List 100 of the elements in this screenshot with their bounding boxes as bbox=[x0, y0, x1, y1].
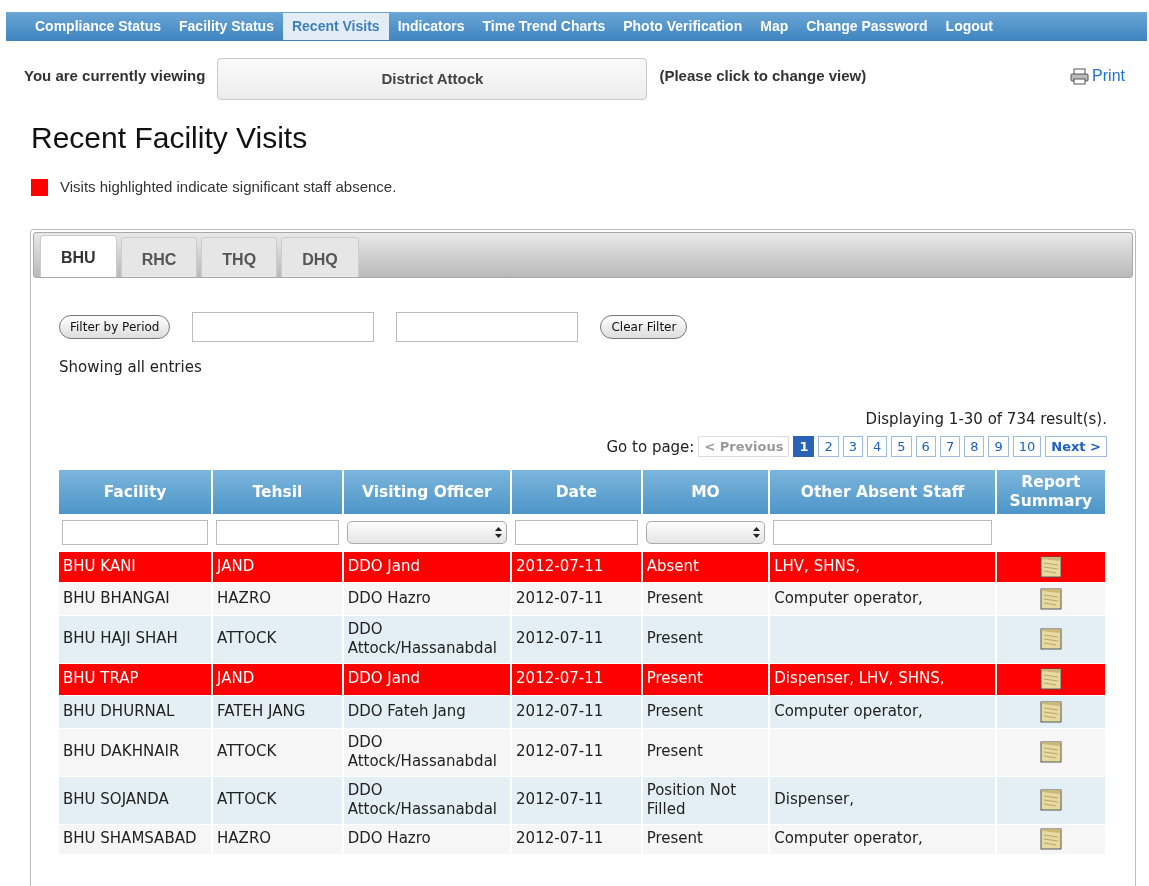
table-cell: 2012-07-11 bbox=[516, 629, 604, 648]
table-cell: ATTOCK bbox=[217, 629, 277, 648]
column-filter-field[interactable] bbox=[62, 519, 209, 545]
table-cell: BHU DAKHNAIR bbox=[63, 742, 180, 761]
column-filter-select[interactable] bbox=[645, 520, 766, 544]
table-cell: Present bbox=[646, 742, 703, 761]
nav-link[interactable]: Change Password bbox=[797, 13, 937, 40]
table-cell: 2012-07-11 bbox=[516, 588, 604, 607]
notepad-icon[interactable] bbox=[1038, 827, 1063, 851]
column-header: Other Absent Staff bbox=[769, 470, 996, 514]
table-cell: BHU KANI bbox=[63, 556, 136, 575]
nav-link[interactable]: Map bbox=[751, 13, 798, 40]
notepad-icon[interactable] bbox=[1038, 627, 1063, 651]
page-link[interactable]: 9 bbox=[988, 436, 1009, 458]
page-link[interactable]: 7 bbox=[939, 436, 961, 458]
table-cell: FATEH JANG bbox=[217, 701, 306, 720]
page-link[interactable]: 4 bbox=[867, 436, 888, 458]
nav-link[interactable]: Recent Visits bbox=[282, 13, 389, 40]
column-header: Visiting Officer bbox=[342, 470, 512, 514]
notepad-icon[interactable] bbox=[1038, 740, 1063, 764]
page-title: Recent Facility Visits bbox=[31, 120, 309, 156]
table-cell: Computer operator, bbox=[774, 588, 923, 607]
tab[interactable]: RHC bbox=[120, 236, 198, 277]
table-cell: DDO Attock/Hassanabdal bbox=[347, 619, 497, 657]
table-cell: HAZRO bbox=[217, 829, 272, 848]
viewing-label: You are currently viewing bbox=[24, 65, 206, 86]
table-cell: HAZRO bbox=[217, 588, 272, 607]
date-field[interactable] bbox=[192, 311, 375, 342]
page-link[interactable]: 1 bbox=[793, 436, 815, 458]
table-cell: Present bbox=[646, 701, 703, 720]
district-selector[interactable]: District Attock bbox=[217, 58, 648, 100]
table-cell: DDO Attock/Hassanabdal bbox=[347, 732, 497, 770]
change-view-hint: (Please click to change view) bbox=[659, 65, 867, 86]
table-cell: BHU DHURNAL bbox=[63, 701, 175, 720]
nav-link[interactable]: Indicators bbox=[388, 13, 474, 40]
tab[interactable]: DHQ bbox=[281, 236, 359, 277]
table-cell: 2012-07-11 bbox=[516, 701, 604, 720]
tab[interactable]: BHU bbox=[40, 234, 117, 277]
notepad-icon[interactable] bbox=[1038, 554, 1063, 579]
column-filter-select[interactable] bbox=[346, 520, 508, 544]
table-cell: DDO Attock/Hassanabdal bbox=[347, 780, 497, 818]
page-link[interactable]: 5 bbox=[891, 436, 912, 458]
column-header: MO bbox=[641, 470, 770, 514]
page-link[interactable]: 3 bbox=[842, 436, 864, 458]
nav-link[interactable]: Compliance Status bbox=[26, 13, 171, 40]
page-link[interactable]: 8 bbox=[964, 436, 985, 458]
printer-icon bbox=[1070, 67, 1090, 85]
table-cell: DDO Jand bbox=[347, 556, 420, 575]
page-link[interactable]: 6 bbox=[915, 436, 936, 458]
column-filter-field[interactable] bbox=[216, 519, 339, 545]
nav-link[interactable]: Time Trend Charts bbox=[473, 13, 615, 40]
page-link[interactable]: 10 bbox=[1012, 436, 1042, 458]
spinner-arrows-icon bbox=[495, 526, 503, 538]
table-cell: Absent bbox=[646, 556, 699, 575]
print-link[interactable]: Print bbox=[1070, 64, 1125, 88]
notepad-icon[interactable] bbox=[1038, 667, 1063, 691]
spinner-arrows-icon bbox=[753, 526, 761, 538]
notepad-icon[interactable] bbox=[1038, 586, 1063, 611]
notepad-icon[interactable] bbox=[1038, 788, 1063, 812]
pager-label: Go to page: bbox=[606, 436, 695, 458]
table-cell: Computer operator, bbox=[774, 701, 923, 720]
table-cell: Present bbox=[646, 669, 703, 688]
table-cell: 2012-07-11 bbox=[516, 556, 604, 575]
column-header: Report Summary bbox=[995, 470, 1106, 514]
page-link[interactable]: 2 bbox=[818, 436, 839, 458]
column-filter-field[interactable] bbox=[515, 519, 638, 545]
table-cell: BHU HAJI SHAH bbox=[63, 629, 178, 648]
table-cell: JAND bbox=[217, 669, 255, 688]
table-cell: ATTOCK bbox=[217, 742, 277, 761]
legend-text: Visits highlighted indicate significant staff absence. bbox=[60, 177, 397, 197]
table-cell: DDO Fateh Jang bbox=[347, 701, 466, 720]
table-cell: Dispenser, bbox=[774, 790, 854, 809]
table-cell: Computer operator, bbox=[774, 829, 923, 848]
table-cell: BHU SOJANDA bbox=[63, 790, 169, 809]
table-cell: DDO Jand bbox=[347, 669, 420, 688]
table-cell: Dispenser, LHV, SHNS, bbox=[774, 669, 945, 688]
column-header: Tehsil bbox=[212, 470, 343, 514]
table-cell: DDO Hazro bbox=[347, 588, 431, 607]
column-filter-field[interactable] bbox=[773, 519, 992, 545]
nav-link[interactable]: Photo Verification bbox=[614, 13, 752, 40]
column-header: Facility bbox=[59, 470, 213, 514]
tab[interactable]: THQ bbox=[201, 236, 278, 277]
column-header: Date bbox=[511, 470, 642, 514]
filter-status: Showing all entries bbox=[59, 356, 203, 378]
table-cell: Present bbox=[646, 588, 703, 607]
nav-link[interactable]: Facility Status bbox=[170, 13, 283, 40]
table-cell: BHU BHANGAI bbox=[63, 588, 170, 607]
table-cell: Present bbox=[646, 629, 703, 648]
date-field[interactable] bbox=[396, 311, 579, 342]
nav-link[interactable]: Logout bbox=[936, 13, 1002, 40]
filter-button[interactable]: Filter by Period bbox=[59, 314, 171, 339]
table-cell: ATTOCK bbox=[217, 790, 277, 809]
notepad-icon[interactable] bbox=[1038, 699, 1063, 724]
next-link[interactable]: Next > bbox=[1045, 436, 1107, 458]
table-cell: 2012-07-11 bbox=[516, 742, 604, 761]
clear-filter-button[interactable]: Clear Filter bbox=[600, 314, 688, 339]
results-count: Displaying 1-30 of 734 result(s). bbox=[864, 409, 1107, 430]
table-cell: Position Not Filled bbox=[646, 780, 737, 818]
table-cell: 2012-07-11 bbox=[516, 669, 604, 688]
table-cell: JAND bbox=[217, 556, 255, 575]
